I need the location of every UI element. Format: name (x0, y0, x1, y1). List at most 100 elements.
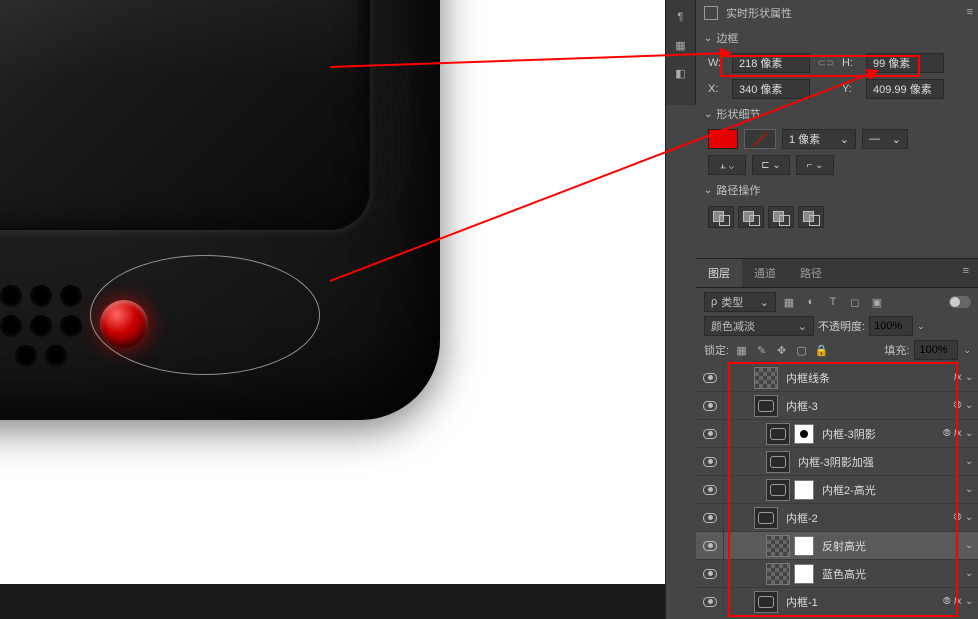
visibility-toggle[interactable] (696, 476, 724, 503)
layer-thumbnail[interactable] (754, 395, 778, 417)
layer-list[interactable]: 内框线条fx⌄内框-3⦾⌄内框-3阴影⦾fx⌄内框-3阴影加强⌄内框2-高光⌄内… (696, 364, 978, 614)
layer-thumbnail[interactable] (754, 367, 778, 389)
visibility-toggle[interactable] (696, 420, 724, 447)
x-input[interactable] (732, 79, 810, 99)
join-style-btn[interactable]: ⌐ ⌄ (796, 155, 834, 175)
stroke-style-picker[interactable] (744, 129, 776, 149)
layer-thumbnail[interactable] (766, 535, 790, 557)
fx-badge[interactable]: fx (954, 428, 962, 439)
path-subtract-icon[interactable] (738, 206, 764, 228)
lock-all-icon[interactable]: 🔒 (814, 344, 829, 357)
opacity-input[interactable] (869, 316, 913, 336)
layer-item[interactable]: 内框线条 fx⌄ (696, 364, 978, 392)
layer-thumbnail[interactable] (754, 507, 778, 529)
lock-label: 锁定: (704, 342, 729, 358)
adjustments-icon[interactable]: ◧ (670, 62, 692, 84)
chevron-down-icon[interactable]: ⌄ (965, 400, 973, 411)
layer-item[interactable]: 内框-2⦾⌄ (696, 504, 978, 532)
speaker-grille (0, 285, 95, 365)
layer-name-text[interactable]: 蓝色高光 (822, 566, 866, 582)
layer-item[interactable]: 内框-1⦾fx⌄ (696, 588, 978, 614)
lock-position-icon[interactable]: ✥ (774, 344, 789, 357)
blend-mode-select[interactable]: 颜色减淡⌄ (704, 316, 814, 336)
tab-channels[interactable]: 通道 (742, 259, 788, 287)
layer-thumbnail[interactable] (766, 479, 790, 501)
fill-input[interactable] (914, 340, 958, 360)
visibility-toggle[interactable] (696, 364, 724, 391)
align-edges-btn[interactable]: ⫠ ⌄ (708, 155, 746, 175)
lock-artboard-icon[interactable]: ▢ (794, 344, 809, 357)
fx-badge[interactable]: fx (954, 596, 962, 607)
panel-menu-icon[interactable]: ≡ (953, 259, 978, 287)
mask-thumbnail[interactable] (794, 536, 814, 556)
visibility-toggle[interactable] (696, 392, 724, 419)
visibility-toggle[interactable] (696, 532, 724, 559)
mask-thumbnail[interactable] (794, 480, 814, 500)
filter-shape-icon[interactable]: ◻ (846, 293, 864, 311)
lock-transparency-icon[interactable]: ▦ (734, 344, 749, 357)
layer-name-text[interactable]: 反射高光 (822, 538, 866, 554)
chevron-down-icon[interactable]: ⌄ (965, 372, 973, 383)
chevron-down-icon[interactable]: ⌄ (965, 512, 973, 523)
mask-thumbnail[interactable] (794, 424, 814, 444)
layer-name-text[interactable]: 内框2-高光 (822, 482, 876, 498)
chevron-down-icon[interactable]: ⌄ (965, 428, 973, 439)
filter-adjust-icon[interactable]: ◐ (802, 293, 820, 311)
cap-style-btn[interactable]: ⊏ ⌄ (752, 155, 790, 175)
x-label: X: (708, 83, 726, 95)
properties-panel: ≡ 实时形状属性 边框 W: ⊂⊃ H: X: Y: 形状细节 1 像素⌄ —⌄ (696, 0, 978, 255)
layer-thumbnail[interactable] (754, 591, 778, 613)
layer-name-text[interactable]: 内框线条 (786, 370, 830, 386)
filter-smart-icon[interactable]: ▣ (868, 293, 886, 311)
path-intersect-icon[interactable] (768, 206, 794, 228)
link-wh-icon[interactable]: ⊂⊃ (816, 58, 836, 69)
path-ops-section-header[interactable]: 路径操作 (696, 178, 978, 202)
layer-name-text[interactable]: 内框-3 (786, 398, 818, 414)
visibility-toggle[interactable] (696, 588, 724, 614)
tab-paths[interactable]: 路径 (788, 259, 834, 287)
chevron-down-icon[interactable]: ⌄ (965, 456, 973, 467)
visibility-toggle[interactable] (696, 448, 724, 475)
fx-badge[interactable]: fx (954, 372, 962, 383)
stroke-width-dropdown[interactable]: 1 像素⌄ (782, 129, 856, 149)
stroke-dash-dropdown[interactable]: —⌄ (862, 129, 908, 149)
layer-item[interactable]: 内框-3阴影加强 ⌄ (696, 448, 978, 476)
layer-thumbnail[interactable] (766, 451, 790, 473)
panel-menu-icon[interactable]: ≡ (967, 6, 973, 18)
width-input[interactable] (732, 53, 810, 73)
mask-thumbnail[interactable] (794, 564, 814, 584)
layer-item[interactable]: 反射高光 ⌄ (696, 532, 978, 560)
paragraph-icon[interactable]: ¶ (670, 6, 692, 28)
layer-thumbnail[interactable] (766, 423, 790, 445)
path-exclude-icon[interactable] (798, 206, 824, 228)
path-combine-icon[interactable] (708, 206, 734, 228)
layer-item[interactable]: 内框2-高光 ⌄ (696, 476, 978, 504)
filter-pixel-icon[interactable]: ▦ (780, 293, 798, 311)
layers-panel: 图层 通道 路径 ≡ ρ 类型 ⌄ ▦ ◐ T ◻ ▣ 颜色减淡⌄ 不透明度 (696, 258, 978, 619)
shape-properties-icon (704, 6, 718, 20)
filter-type-icon[interactable]: T (824, 293, 842, 311)
layer-thumbnail[interactable] (766, 563, 790, 585)
layer-name-text[interactable]: 内框-2 (786, 510, 818, 526)
y-input[interactable] (866, 79, 944, 99)
visibility-toggle[interactable] (696, 504, 724, 531)
chevron-down-icon[interactable]: ⌄ (965, 484, 973, 495)
eye-icon (703, 513, 717, 523)
chevron-down-icon[interactable]: ⌄ (965, 596, 973, 607)
chevron-down-icon[interactable]: ⌄ (965, 540, 973, 551)
tab-layers[interactable]: 图层 (696, 259, 742, 287)
layer-item[interactable]: 内框-3⦾⌄ (696, 392, 978, 420)
layer-item[interactable]: 蓝色高光 ⌄ (696, 560, 978, 588)
layer-name-text[interactable]: 内框-1 (786, 594, 818, 610)
lock-pixels-icon[interactable]: ✎ (754, 344, 769, 357)
layer-name-text[interactable]: 内框-3阴影 (822, 426, 876, 442)
layer-name-text[interactable]: 内框-3阴影加强 (798, 454, 874, 470)
eye-icon (703, 597, 717, 607)
bounds-section-header[interactable]: 边框 (696, 26, 978, 50)
visibility-toggle[interactable] (696, 560, 724, 587)
layer-filter-type[interactable]: ρ 类型 ⌄ (704, 292, 776, 312)
filter-toggle[interactable] (949, 296, 971, 308)
layer-item[interactable]: 内框-3阴影⦾fx⌄ (696, 420, 978, 448)
canvas-area[interactable] (0, 0, 665, 619)
chevron-down-icon[interactable]: ⌄ (965, 568, 973, 579)
